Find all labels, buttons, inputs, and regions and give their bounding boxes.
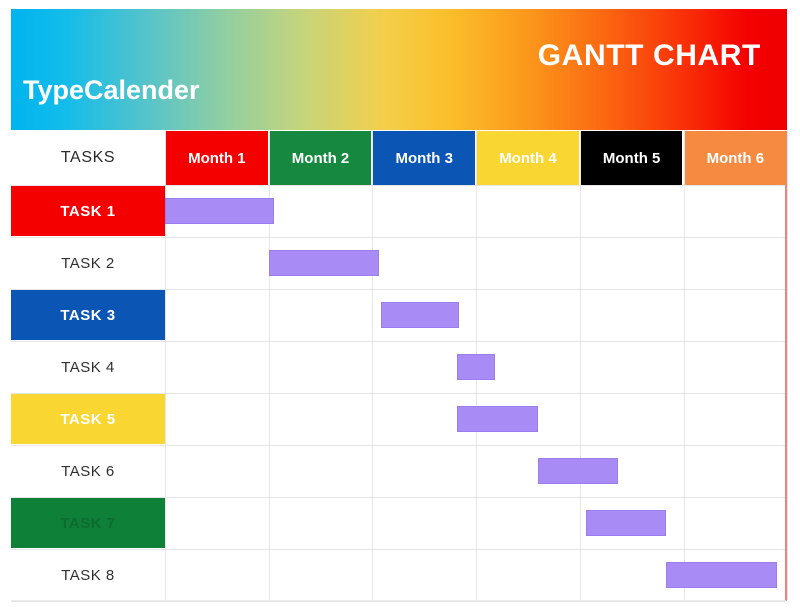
table-header-row: TASKS Month 1 Month 2 Month 3 Month 4 Month …	[11, 131, 787, 185]
tasks-column-header: TASKS	[11, 131, 165, 185]
month-column-header[interactable]: Month 6	[684, 131, 787, 185]
month-column-header[interactable]: Month 5	[580, 131, 683, 185]
gantt-bar[interactable]	[457, 406, 539, 432]
gantt-bar[interactable]	[586, 510, 666, 536]
grid-hline	[11, 601, 785, 602]
grid-vline	[372, 131, 374, 600]
grid-vline	[787, 131, 789, 600]
task-label-cell[interactable]: TASK 6	[11, 446, 165, 496]
brand-name: TypeCalender	[23, 75, 200, 105]
month-column-header[interactable]: Month 1	[166, 131, 268, 185]
gantt-bar[interactable]	[457, 354, 495, 380]
month-column-header[interactable]: Month 3	[373, 131, 476, 185]
header-banner: GANTT CHART TypeCalender	[11, 9, 787, 130]
grid-vline	[683, 131, 685, 600]
gantt-bar[interactable]	[665, 562, 777, 588]
gantt-table: TASKS Month 1 Month 2 Month 3 Month 4 Month …	[11, 131, 789, 602]
gantt-bar[interactable]	[165, 198, 274, 224]
task-label-cell[interactable]: TASK 8	[11, 550, 165, 600]
task-label-cell[interactable]: TASK 2	[11, 238, 165, 288]
gantt-bar[interactable]	[538, 458, 619, 484]
month-column-header[interactable]: Month 2	[269, 131, 372, 185]
gantt-bar[interactable]	[268, 250, 379, 276]
task-label-cell[interactable]: TASK 1	[11, 186, 165, 236]
task-label-cell[interactable]: TASK 5	[11, 394, 165, 444]
grid-vline	[579, 131, 581, 600]
month-column-header[interactable]: Month 4	[477, 131, 579, 185]
chart-title: GANTT CHART	[537, 39, 761, 72]
gantt-bar[interactable]	[380, 302, 460, 328]
gantt-chart-page: GANTT CHART TypeCalender TASKS Month 1 Mo…	[0, 0, 800, 614]
task-label-cell[interactable]: TASK 3	[11, 290, 165, 340]
task-label-cell[interactable]: TASK 4	[11, 342, 165, 392]
task-label-cell[interactable]: TASK 7	[11, 498, 165, 548]
